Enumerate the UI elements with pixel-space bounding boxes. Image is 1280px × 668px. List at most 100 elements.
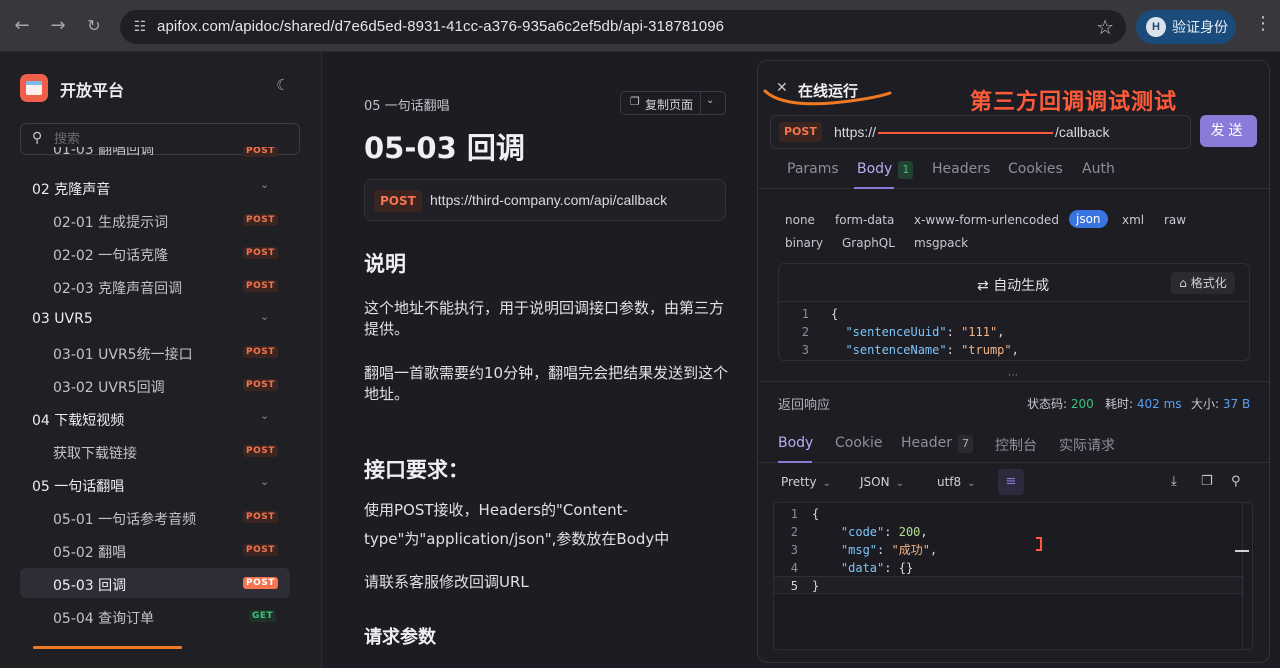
section-requirements-heading: 接口要求： [364,458,469,482]
chevron-down-icon[interactable]: ⌄ [260,310,269,323]
body-type-msgpack[interactable]: msgpack [914,236,968,250]
copy-page-button[interactable]: ❐ 复制页面 ⌄ [620,91,726,115]
sidebar-item-label: 03-02 UVR5回调 [53,380,165,396]
address-bar[interactable]: ☷ apifox.com/apidoc/shared/d7e6d5ed-8931… [120,10,1126,44]
requirements-paragraph-1: 使用POST接收，Headers的"Content-type"为"applica… [364,501,670,548]
body-type-form-data[interactable]: form-data [835,213,894,227]
request-tabs: Params Body 1 Headers Cookies Auth [758,153,1269,189]
tab-cookies[interactable]: Cookies [1008,161,1063,177]
sidebar-item-label: 05-03 回调 [53,578,127,594]
sidebar: 开放平台 ☾ ⚲ 01-03 翻唱回调 POST 02 克隆声音 ⌄ 02-01 生… [0,52,322,668]
url-text[interactable]: apifox.com/apidoc/shared/d7e6d5ed-8931-4… [157,18,724,35]
request-body-editor[interactable]: ⇄ 自动生成 ⌂ 格式化 1{ 2 "sentenceUuid": "111",… [778,263,1250,361]
method-badge: POST [243,511,278,523]
endpoint-box: POST https://third-company.com/api/callb… [364,179,726,221]
tab-body[interactable]: Body 1 [857,161,914,179]
view-mode-select[interactable]: Pretty ⌄ [781,475,831,489]
tab-auth[interactable]: Auth [1082,161,1115,177]
sidebar-item-label: 05-04 查询订单 [53,611,155,627]
sidebar-item[interactable]: 05-02 翻唱 POST [20,535,290,565]
auto-generate-button[interactable]: ⇄ 自动生成 [977,275,1049,295]
body-type-urlencoded[interactable]: x-www-form-urlencoded [914,213,1059,227]
sidebar-item-label: 02 克隆声音 [32,182,111,198]
code-line: 3 "msg": "成功", [790,543,938,557]
tab-response-cookie[interactable]: Cookie [835,435,883,451]
body-type-xml[interactable]: xml [1122,213,1144,227]
copy-icon[interactable]: ❐ [1201,474,1213,489]
reload-icon[interactable]: ↻ [82,14,106,38]
page-title: 05-03 回调 [364,131,525,165]
search-input[interactable] [54,129,284,149]
body-type-binary[interactable]: binary [785,236,823,250]
search-icon[interactable]: ⚲ [1231,474,1241,489]
method-badge: POST [243,214,278,226]
format-select[interactable]: JSON ⌄ [860,475,904,489]
send-button[interactable]: 发送 [1200,115,1257,147]
response-size: 大小: 37 B [1191,397,1251,411]
sidebar-item-label: 05-01 一句话参考音频 [53,512,197,528]
sidebar-item[interactable]: 05-04 查询订单 GET [20,601,290,631]
sidebar-item[interactable]: 02-02 一句话克隆 POST [20,238,290,268]
description-paragraph-2: 翻唱一首歌需要约10分钟，翻唱完会把结果发送到这个地址。 [364,364,729,403]
method-badge: POST [243,577,278,589]
format-button[interactable]: ⌂ 格式化 [1171,272,1235,294]
response-tabs: Body Cookie Header 7 控制台 实际请求 [758,427,1269,463]
bookmark-star-icon[interactable]: ☆ [1096,15,1114,39]
sidebar-item[interactable]: 03-01 UVR5统一接口 POST [20,337,290,367]
tab-headers[interactable]: Headers [932,161,990,177]
body-count-badge: 1 [898,161,914,179]
chevron-down-icon[interactable]: ⌄ [260,409,269,422]
resize-handle[interactable]: ⋯ [1008,370,1019,381]
response-title: 返回响应 [778,398,831,413]
body-type-raw[interactable]: raw [1164,213,1186,227]
sidebar-item-cut[interactable]: 01-03 翻唱回调 POST [20,147,290,161]
endpoint-url: https://third-company.com/api/callback [430,192,668,208]
tab-response-body[interactable]: Body [778,435,813,451]
download-icon[interactable]: ⤓ [1171,474,1177,489]
body-type-json[interactable]: json [1069,210,1108,228]
method-badge[interactable]: POST [779,122,822,142]
sidebar-item[interactable]: 获取下载链接 POST [20,436,290,466]
scrollbar[interactable] [1235,503,1252,649]
sidebar-item-label: 03-01 UVR5统一接口 [53,347,193,363]
body-type-none[interactable]: none [785,213,815,227]
forward-icon[interactable]: → [46,14,70,38]
request-url[interactable]: https:///callback [834,124,1110,140]
sidebar-item[interactable]: 05-03 回调 POST [20,568,290,598]
tab-params[interactable]: Params [787,161,839,177]
response-body-viewer[interactable]: 1{ 2 "code": 200, 3 "msg": "成功", 4 "data… [773,502,1253,650]
tab-response-header[interactable]: Header 7 [901,435,973,453]
encoding-select[interactable]: utf8 ⌄ [937,475,976,489]
site-settings-icon[interactable]: ☷ [130,17,150,37]
doc-content: 05 一句话翻唱 ❐ 复制页面 ⌄ 05-03 回调 POST https://… [323,52,758,668]
back-icon[interactable]: ← [10,14,34,38]
sidebar-item[interactable]: 02-03 克隆声音回调 POST [20,271,290,301]
request-url-bar[interactable]: POST https:///callback [770,115,1191,149]
body-type-graphql[interactable]: GraphQL [842,236,895,250]
scroll-marker [1235,550,1249,552]
sidebar-item[interactable]: 02-01 生成提示词 POST [20,205,290,235]
chevron-down-icon[interactable]: ⌄ [260,475,269,488]
sidebar-item[interactable]: 05-01 一句话参考音频 POST [20,502,290,532]
code-line: 2 "sentenceUuid": "111", [801,325,1005,339]
annotation-underline [33,646,182,649]
search-icon: ⚲ [32,130,43,146]
sidebar-group[interactable]: 04 下载短视频 ⌄ [20,403,290,433]
sidebar-group[interactable]: 02 克隆声音 ⌄ [20,172,290,202]
browser-menu-icon[interactable]: ⋮ [1254,13,1272,34]
sidebar-group[interactable]: 05 一句话翻唱 ⌄ [20,469,290,499]
breadcrumb[interactable]: 05 一句话翻唱 [364,95,450,114]
refresh-icon: ⇄ [977,278,989,294]
sidebar-item-label: 03 UVR5 [32,311,93,327]
tab-console[interactable]: 控制台 [995,435,1037,455]
verify-label: 验证身份 [1172,19,1228,35]
section-params-heading: 请求参数 [364,627,436,648]
chevron-down-icon[interactable]: ⌄ [706,95,714,106]
chevron-down-icon[interactable]: ⌄ [260,178,269,191]
sidebar-group[interactable]: 03 UVR5 ⌄ [20,304,290,334]
wrap-lines-icon[interactable]: ≡ [998,469,1024,495]
tab-actual-request[interactable]: 实际请求 [1059,435,1115,455]
verify-identity-button[interactable]: H 验证身份 [1136,10,1236,44]
sidebar-item[interactable]: 03-02 UVR5回调 POST [20,370,290,400]
theme-toggle-moon-icon[interactable]: ☾ [276,76,289,94]
